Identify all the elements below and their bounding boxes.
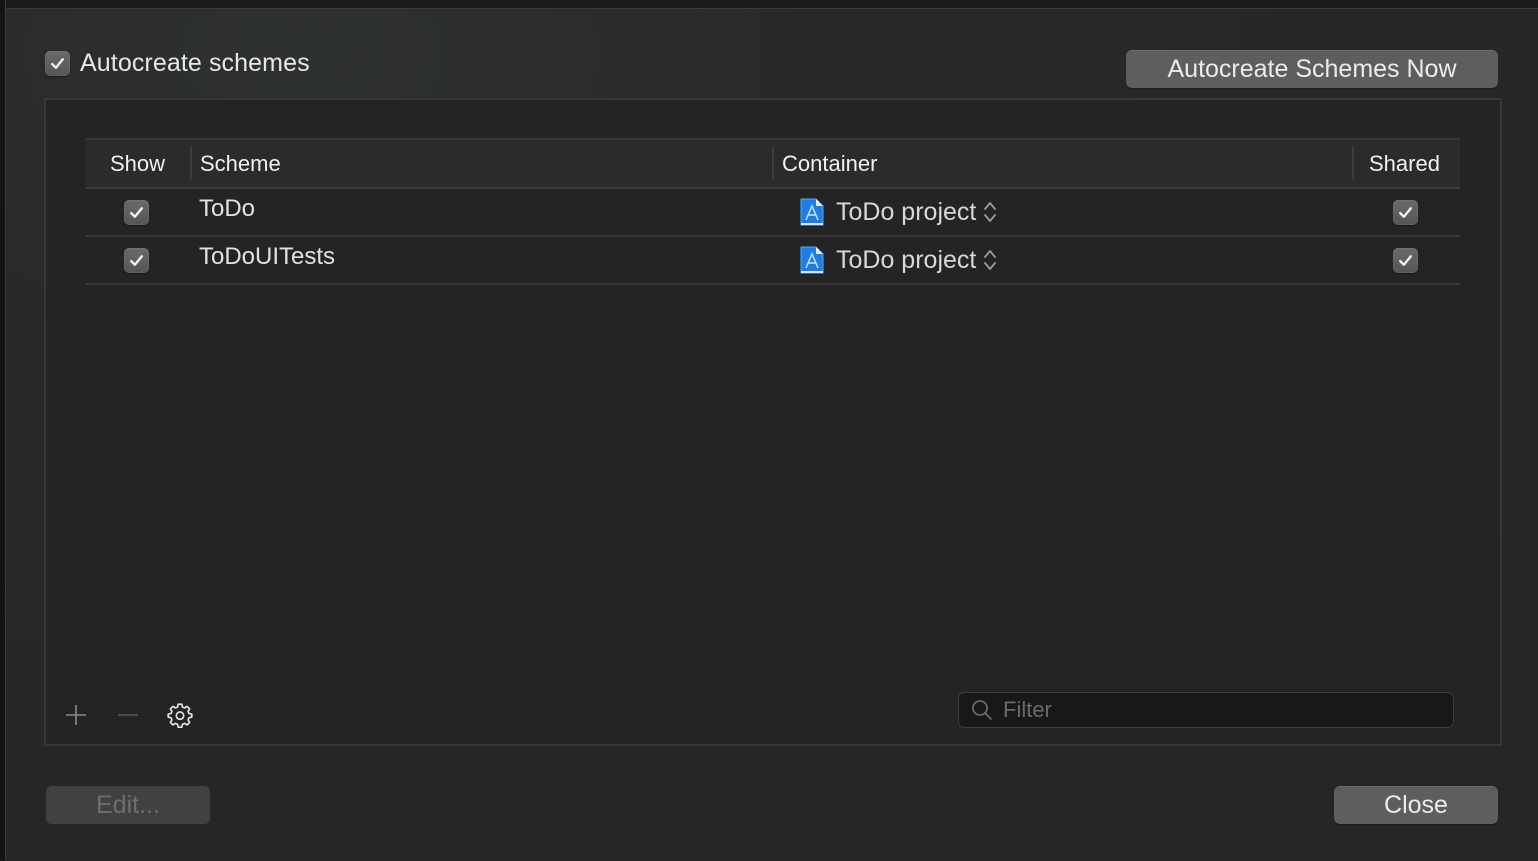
checkmark-icon (130, 254, 143, 266)
remove-scheme-button[interactable] (114, 701, 142, 729)
window-top-edge (0, 0, 1538, 8)
column-header-container[interactable]: Container (782, 140, 877, 187)
up-down-chevron-icon (984, 202, 997, 222)
shared-checkbox[interactable] (1393, 247, 1418, 273)
gear-icon (167, 703, 193, 728)
schemes-table: Show Scheme Container Shared ToDo ToDo p… (86, 138, 1460, 285)
checkmark-icon (1399, 254, 1412, 266)
container-name: ToDo project (836, 245, 977, 274)
column-separator (772, 146, 774, 180)
table-row[interactable]: ToDo ToDo project (86, 189, 1460, 237)
scheme-settings-button[interactable] (166, 701, 194, 729)
checkmark-icon (1399, 206, 1412, 218)
table-toolbar (62, 700, 194, 730)
checkmark-icon (51, 58, 64, 69)
autocreate-schemes-checkbox[interactable] (45, 51, 70, 76)
xcode-project-icon (800, 246, 824, 274)
container-popup[interactable]: ToDo project (800, 189, 998, 235)
table-header: Show Scheme Container Shared (86, 138, 1460, 189)
filter-field[interactable] (958, 692, 1454, 728)
show-checkbox[interactable] (124, 247, 149, 273)
column-header-shared[interactable]: Shared (1369, 140, 1440, 187)
edit-button[interactable]: Edit... (46, 786, 210, 824)
container-name: ToDo project (836, 197, 977, 226)
checkmark-icon (130, 206, 143, 218)
scheme-name[interactable]: ToDoUITests (199, 243, 335, 271)
close-button[interactable]: Close (1334, 786, 1498, 824)
container-popup[interactable]: ToDo project (800, 237, 998, 283)
add-scheme-button[interactable] (62, 701, 90, 729)
column-header-scheme[interactable]: Scheme (200, 140, 281, 187)
autocreate-schemes-option[interactable]: Autocreate schemes (45, 49, 310, 78)
show-checkbox[interactable] (124, 199, 149, 225)
column-header-show[interactable]: Show (110, 140, 165, 187)
xcode-project-icon (800, 198, 824, 226)
table-row[interactable]: ToDoUITests ToDo project (86, 237, 1460, 285)
search-icon (972, 700, 992, 720)
filter-input[interactable] (1001, 696, 1445, 724)
column-separator (1352, 146, 1354, 180)
autocreate-schemes-label: Autocreate schemes (80, 49, 310, 77)
shared-checkbox[interactable] (1393, 199, 1418, 225)
autocreate-schemes-now-button[interactable]: Autocreate Schemes Now (1126, 50, 1498, 88)
column-separator (190, 146, 192, 180)
minus-icon (118, 714, 138, 716)
up-down-chevron-icon (984, 250, 997, 270)
scheme-name[interactable]: ToDo (199, 195, 255, 223)
plus-icon (66, 705, 86, 725)
